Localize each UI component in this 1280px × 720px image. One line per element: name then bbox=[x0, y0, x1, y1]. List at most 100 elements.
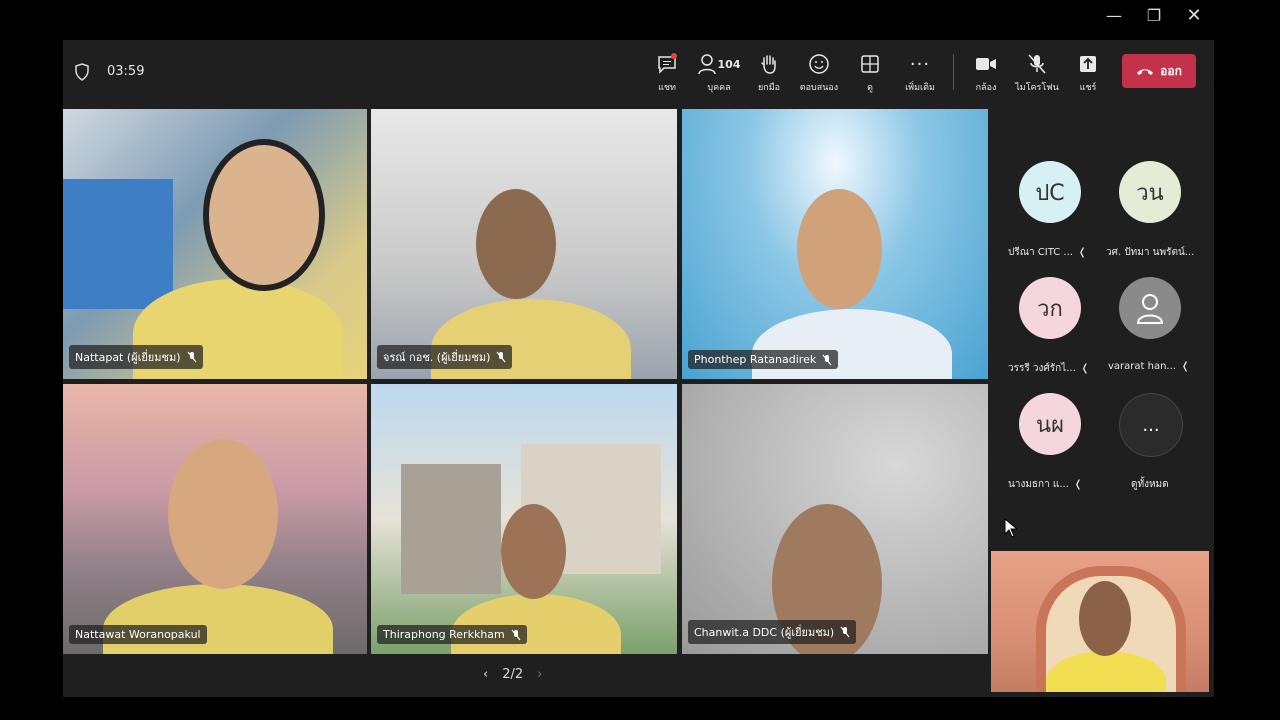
person-icon bbox=[1136, 294, 1164, 324]
video-tile[interactable]: Nattapat (ผู้เยี่ยมชม) bbox=[63, 109, 367, 379]
participant-label: ดูทั้งหมด bbox=[1131, 477, 1169, 492]
minimize-button[interactable]: — bbox=[1099, 4, 1129, 26]
participant-name: จรณ์ กอช. (ผู้เยี่ยมชม) bbox=[383, 351, 491, 364]
participant-name-chip: Phonthep Ratanadirek bbox=[688, 350, 839, 369]
grid-icon bbox=[861, 55, 879, 73]
participant-name-chip: จรณ์ กอช. (ผู้เยี่ยมชม) bbox=[377, 345, 513, 369]
person-head bbox=[797, 189, 882, 309]
page-navigator: ‹ 2/2 › bbox=[483, 667, 542, 682]
phone-hangup-icon bbox=[1137, 69, 1154, 75]
participant-name-chip: Nattawat Woranopakul bbox=[69, 625, 207, 644]
avatar bbox=[1119, 277, 1181, 339]
participant-name: Nattawat Woranopakul bbox=[75, 628, 201, 641]
mic-off-icon bbox=[822, 354, 832, 365]
leave-label: ออก bbox=[1160, 63, 1182, 78]
more-button[interactable]: ··· เพิ่มเติม bbox=[897, 50, 943, 100]
participant-name: Thiraphong Rerkkham bbox=[383, 628, 505, 641]
person-icon bbox=[697, 54, 716, 75]
meeting-toolbar: 03:59 แชท 104 บุคคล ยกมือ ตอบสนอง ดู ···… bbox=[63, 40, 1214, 106]
participant-label: vararat han... ❬ bbox=[1108, 361, 1189, 372]
participant-name-chip: Chanwit.a DDC (ผู้เยี่ยมชม) bbox=[688, 620, 857, 644]
people-count: 104 bbox=[717, 57, 741, 71]
person-head bbox=[203, 139, 325, 291]
raise-hand-button[interactable]: ยกมือ bbox=[746, 50, 792, 100]
view-all-label: ดูทั้งหมด bbox=[1131, 479, 1169, 490]
raise-hand-label: ยกมือ bbox=[757, 83, 781, 93]
person-head bbox=[1079, 581, 1131, 656]
shield-icon bbox=[75, 63, 89, 81]
avatar: วก bbox=[1019, 277, 1081, 339]
prev-page-button[interactable]: ‹ bbox=[483, 667, 488, 682]
mic-off-icon bbox=[187, 351, 196, 363]
video-tile[interactable]: Nattawat Woranopakul bbox=[63, 384, 367, 654]
participant-name: Nattapat (ผู้เยี่ยมชม) bbox=[75, 351, 181, 364]
share-icon bbox=[1080, 56, 1096, 72]
avatar-initials: วก bbox=[1037, 296, 1063, 322]
video-tile[interactable]: จรณ์ กอช. (ผู้เยี่ยมชม) bbox=[371, 109, 677, 379]
participant-name: Chanwit.a DDC (ผู้เยี่ยมชม) bbox=[694, 626, 835, 639]
mic-off-icon bbox=[840, 626, 850, 638]
participant-name-chip: Nattapat (ผู้เยี่ยมชม) bbox=[69, 345, 203, 369]
react-button[interactable]: ตอบสนอง bbox=[796, 50, 842, 100]
meeting-timer: 03:59 bbox=[107, 64, 145, 79]
smiley-icon bbox=[809, 54, 829, 74]
chat-icon bbox=[658, 53, 677, 74]
avatar: วน bbox=[1119, 161, 1181, 223]
mic-off-icon bbox=[1028, 54, 1046, 74]
avatar-initials: นผ bbox=[1036, 412, 1064, 438]
page-indicator: 2/2 bbox=[502, 667, 524, 682]
react-label: ตอบสนอง bbox=[799, 83, 839, 93]
view-button[interactable]: ดู bbox=[847, 50, 893, 100]
person-silhouette bbox=[451, 594, 621, 654]
participant-name: ปรีณา CITC ... bbox=[1008, 247, 1073, 258]
participant-label: วศ. ปัทมา นพรัตน์... bbox=[1106, 245, 1194, 260]
avatar: ปC bbox=[1019, 161, 1081, 223]
participant-label: วรรรี วงศ์รักไ... ❬ bbox=[1008, 361, 1089, 376]
next-page-button[interactable]: › bbox=[537, 667, 542, 682]
mic-off-icon: ❬ bbox=[1077, 247, 1087, 258]
background-cabinet bbox=[63, 179, 173, 309]
close-window-button[interactable]: ✕ bbox=[1179, 4, 1209, 26]
camera-icon bbox=[976, 58, 996, 70]
leave-button[interactable]: ออก bbox=[1122, 54, 1196, 88]
mic-off-icon: ❬ bbox=[1073, 479, 1083, 490]
video-tile[interactable]: Chanwit.a DDC (ผู้เยี่ยมชม) bbox=[682, 384, 988, 654]
share-button[interactable]: แชร์ bbox=[1065, 50, 1111, 100]
meeting-window: 03:59 แชท 104 บุคคล ยกมือ ตอบสนอง ดู ···… bbox=[63, 40, 1214, 697]
hand-icon bbox=[761, 55, 776, 74]
background-building bbox=[401, 464, 501, 594]
more-avatar: ... bbox=[1119, 393, 1183, 457]
person-head bbox=[476, 189, 556, 299]
participant-name: vararat han... bbox=[1108, 361, 1176, 372]
mouse-cursor-icon bbox=[1004, 518, 1018, 538]
video-tile[interactable]: Phonthep Ratanadirek bbox=[682, 109, 988, 379]
people-label: บุคคล bbox=[707, 83, 731, 93]
mic-button[interactable]: ไมโครโฟน bbox=[1014, 50, 1060, 100]
people-button[interactable]: 104 บุคคล bbox=[695, 50, 743, 100]
participant-name: วศ. ปัทมา นพรัตน์... bbox=[1106, 247, 1195, 258]
mic-off-icon bbox=[496, 351, 506, 363]
participant-name: Phonthep Ratanadirek bbox=[694, 353, 817, 366]
participant-name: นางมธกา แ... bbox=[1008, 479, 1069, 490]
more-icon: ... bbox=[1142, 414, 1160, 436]
avatar-initials: วน bbox=[1136, 180, 1164, 206]
camera-label: กล้อง bbox=[975, 83, 997, 93]
more-label: เพิ่มเติม bbox=[905, 83, 935, 93]
avatar: นผ bbox=[1019, 393, 1081, 455]
more-icon: ··· bbox=[909, 53, 931, 75]
video-tile[interactable]: Thiraphong Rerkkham bbox=[371, 384, 677, 654]
self-view[interactable] bbox=[991, 551, 1209, 692]
chat-button[interactable]: แชท bbox=[644, 50, 690, 100]
view-label: ดู bbox=[867, 83, 873, 93]
camera-button[interactable]: กล้อง bbox=[963, 50, 1009, 100]
participant-name-chip: Thiraphong Rerkkham bbox=[377, 625, 527, 644]
participant-label: ปรีณา CITC ... ❬ bbox=[1008, 245, 1086, 260]
participant-name: วรรรี วงศ์รักไ... bbox=[1008, 363, 1076, 374]
participant-label: นางมธกา แ... ❬ bbox=[1008, 477, 1082, 492]
chat-label: แชท bbox=[658, 83, 676, 93]
avatar-initials: ปC bbox=[1035, 180, 1065, 206]
restore-button[interactable]: ❐ bbox=[1139, 4, 1169, 26]
toolbar-divider bbox=[953, 54, 954, 90]
mic-label: ไมโครโฟน bbox=[1015, 83, 1059, 93]
share-label: แชร์ bbox=[1079, 83, 1097, 93]
